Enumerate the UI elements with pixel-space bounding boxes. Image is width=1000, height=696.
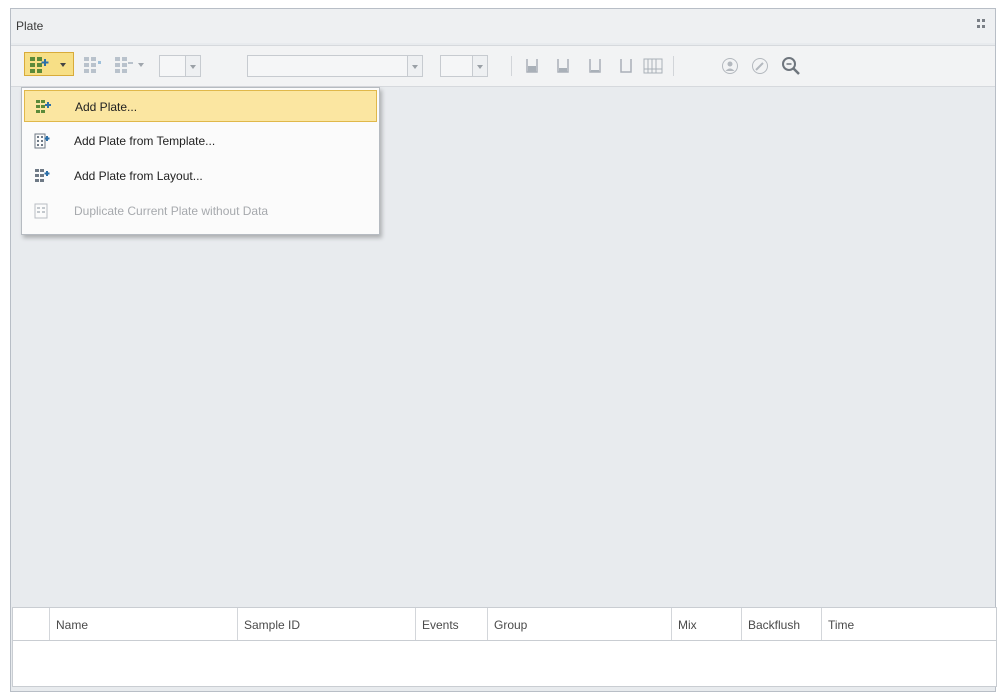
- add-plate-dropdown-button[interactable]: [24, 52, 74, 76]
- menu-item-add-plate-from-template[interactable]: Add Plate from Template...: [24, 125, 377, 157]
- plate-number-combo[interactable]: [159, 55, 201, 77]
- tools-icon[interactable]: [751, 57, 769, 75]
- table-header: Name Sample ID Events Group Mix Backflus…: [12, 607, 997, 641]
- chevron-down-icon[interactable]: [185, 56, 200, 76]
- column-header-mix[interactable]: Mix: [671, 608, 741, 640]
- menu-item-duplicate-plate[interactable]: Duplicate Current Plate without Data: [24, 195, 377, 227]
- plate-panel: Plate Add Plate... Add Plate from Templa…: [10, 8, 996, 692]
- column-header-events[interactable]: Events: [415, 608, 487, 640]
- menu-item-label: Add Plate...: [75, 100, 138, 114]
- menu-item-label: Add Plate from Layout...: [74, 169, 203, 183]
- plate-layout-icon: [35, 169, 50, 182]
- plate-template-icon: [34, 133, 50, 149]
- panel-title: Plate: [16, 19, 44, 33]
- panel-titlebar: Plate: [11, 9, 995, 43]
- zoom-search-icon[interactable]: [781, 56, 801, 76]
- add-plate-menu: Add Plate... Add Plate from Template... …: [21, 87, 380, 235]
- user-icon[interactable]: [721, 57, 739, 75]
- column-header-backflush[interactable]: Backflush: [741, 608, 821, 640]
- chevron-down-icon[interactable]: [59, 62, 67, 68]
- column-header-time[interactable]: Time: [821, 608, 996, 640]
- well-empty-icon[interactable]: [619, 57, 633, 75]
- table-body: [12, 641, 997, 687]
- plate-type-combo[interactable]: [440, 55, 488, 77]
- column-header-group[interactable]: Group: [487, 608, 671, 640]
- column-header-sample-id[interactable]: Sample ID: [237, 608, 415, 640]
- duplicate-plate-icon: [34, 203, 48, 219]
- menu-item-label: Duplicate Current Plate without Data: [74, 204, 269, 218]
- well-fill-icon[interactable]: [525, 57, 539, 75]
- toolbar-separator: [673, 56, 674, 76]
- pin-icon[interactable]: [977, 19, 987, 29]
- well-half-icon[interactable]: [556, 57, 570, 75]
- toolbar-separator: [511, 56, 512, 76]
- add-plate-icon: [36, 100, 51, 113]
- menu-item-label: Add Plate from Template...: [74, 134, 216, 148]
- toolbar: [11, 45, 995, 87]
- column-header-selector[interactable]: [13, 608, 49, 640]
- add-plate-icon: [30, 57, 49, 73]
- chevron-down-icon[interactable]: [137, 62, 145, 68]
- plate-remove-icon[interactable]: [114, 56, 134, 74]
- chevron-down-icon[interactable]: [407, 56, 422, 76]
- plate-name-combo[interactable]: [247, 55, 423, 77]
- column-header-name[interactable]: Name: [49, 608, 237, 640]
- plate-settings-icon[interactable]: [83, 56, 103, 74]
- menu-item-add-plate-from-layout[interactable]: Add Plate from Layout...: [24, 160, 377, 192]
- well-low-icon[interactable]: [588, 57, 602, 75]
- chevron-down-icon[interactable]: [472, 56, 487, 76]
- menu-item-add-plate[interactable]: Add Plate...: [24, 90, 377, 122]
- columns-icon[interactable]: [643, 57, 663, 75]
